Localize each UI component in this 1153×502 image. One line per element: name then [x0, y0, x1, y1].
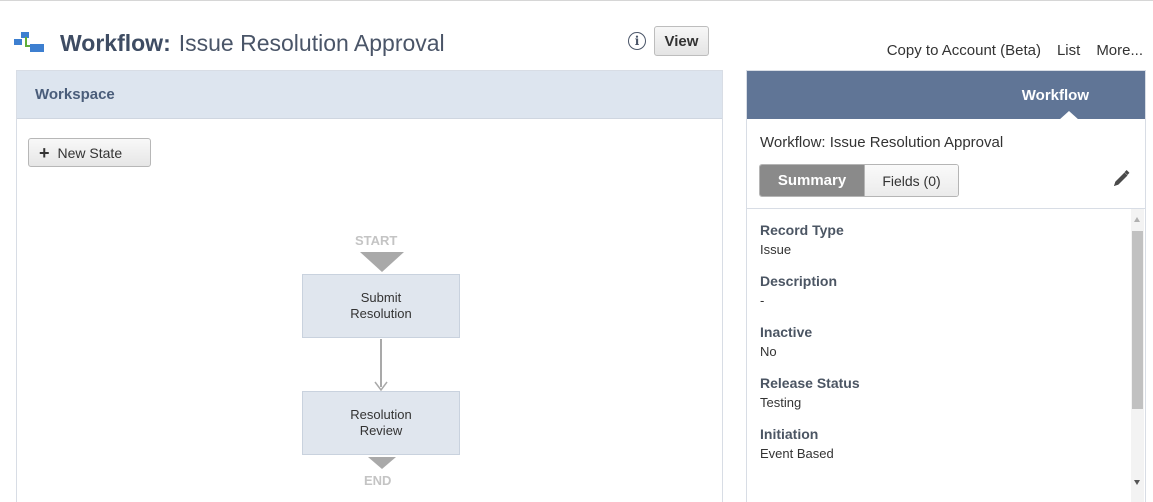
field-label: Release Status [760, 375, 860, 391]
field-value: - [760, 293, 765, 308]
scroll-down-icon[interactable] [1134, 480, 1140, 485]
field-initiation: Initiation Event Based [760, 425, 1120, 463]
field-label: Record Type [760, 222, 844, 238]
field-label: Description [760, 273, 838, 289]
field-label: Initiation [760, 426, 819, 442]
transition-arrow-icon [374, 381, 388, 391]
transition-line[interactable] [380, 339, 382, 387]
title-label: Workflow: [60, 29, 171, 56]
workspace-header: Workspace [17, 71, 722, 119]
top-links: Copy to Account (Beta) List More... [887, 42, 1143, 59]
workflow-panel-title: Workflow [1021, 86, 1089, 104]
workflow-detail-panel: Workflow Workflow: Issue Resolution Appr… [746, 70, 1146, 502]
state-submit-resolution[interactable]: Submit Resolution [302, 274, 460, 338]
title-name: Issue Resolution Approval [178, 29, 445, 56]
field-value: Testing [760, 395, 802, 410]
summary-fields: Record Type Issue Description - Inactive… [760, 221, 1120, 476]
field-value: Issue [760, 242, 792, 257]
top-border [0, 0, 1153, 1]
tab-summary[interactable]: Summary [760, 165, 864, 196]
divider [747, 208, 1145, 209]
page-title: Workflow: Issue Resolution Approval [14, 26, 445, 60]
field-inactive: Inactive No [760, 323, 1120, 361]
end-label: END [364, 473, 392, 488]
copy-to-account-link[interactable]: Copy to Account (Beta) [887, 42, 1041, 59]
start-marker [360, 252, 404, 272]
list-link[interactable]: List [1057, 42, 1080, 59]
workflow-title: Workflow: Issue Resolution Approval [760, 134, 1004, 151]
state-label-line: Review [359, 423, 403, 438]
workflow-panel-tab[interactable]: Workflow [747, 71, 1145, 120]
field-label: Inactive [760, 324, 813, 340]
new-state-label: New State [57, 144, 123, 161]
state-resolution-review[interactable]: Resolution Review [302, 391, 460, 455]
field-release-status: Release Status Testing [760, 374, 1120, 412]
end-marker [368, 457, 396, 469]
workspace-panel: Workspace + New State START Submit Resol… [16, 70, 723, 502]
state-label-line: Resolution [350, 306, 412, 321]
more-link[interactable]: More... [1096, 42, 1143, 59]
field-record-type: Record Type Issue [760, 221, 1120, 259]
scrollbar-thumb[interactable] [1132, 231, 1143, 409]
field-description: Description - [760, 272, 1120, 310]
field-value: Event Based [760, 446, 834, 461]
new-state-button[interactable]: + New State [28, 138, 151, 167]
state-label-line: Submit [360, 290, 402, 305]
edit-pencil-icon[interactable] [1111, 169, 1131, 189]
scroll-up-icon[interactable] [1134, 217, 1140, 222]
state-label-line: Resolution [350, 407, 412, 422]
field-value: No [760, 344, 777, 359]
plus-icon: + [39, 142, 50, 163]
workflow-icon [14, 31, 44, 55]
tab-fields[interactable]: Fields (0) [864, 165, 958, 196]
summary-fields-toggle: Summary Fields (0) [759, 164, 959, 197]
start-label: START [355, 233, 398, 248]
view-button[interactable]: View [654, 26, 709, 56]
tab-notch [1059, 111, 1079, 120]
info-icon[interactable]: i [628, 32, 646, 50]
